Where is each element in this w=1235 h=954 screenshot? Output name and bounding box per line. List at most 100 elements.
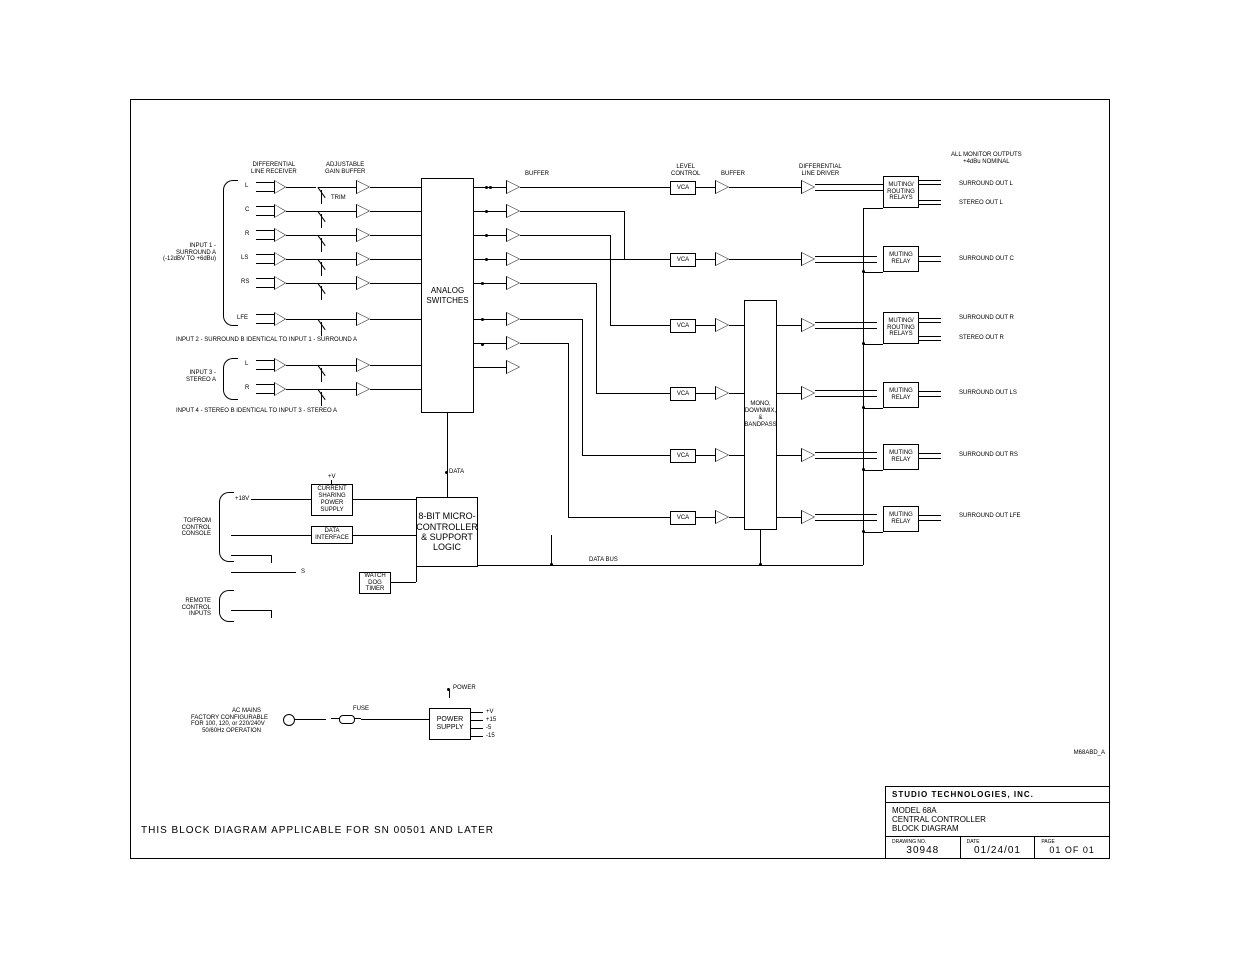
diffpair-r	[256, 228, 286, 242]
tb-dwg-v: 30948	[892, 845, 954, 856]
buf-1	[506, 180, 520, 194]
lbl-power-tap: POWER	[453, 685, 476, 692]
trim-label: TRIM	[331, 195, 346, 202]
out-6: SURROUND OUT LS	[959, 390, 1017, 397]
trim-rs	[318, 286, 326, 300]
tb-line2: CENTRAL CONTROLLER	[892, 815, 986, 824]
gainbuf-lfe	[356, 312, 370, 326]
lbl-mains: AC MAINS FACTORY CONFIGURABLE FOR 100, 1…	[191, 708, 261, 734]
st-l: L	[245, 361, 248, 368]
rail-3: -15	[486, 733, 495, 740]
title-block: STUDIO TECHNOLOGIES, INC. MODEL 68A CENT…	[885, 786, 1110, 859]
bracket-console	[219, 492, 234, 562]
out-1: SURROUND OUT L	[959, 181, 1013, 188]
diffpair-ls	[256, 252, 286, 266]
rail-2: -5	[486, 725, 491, 732]
relay-3: MUTING/ ROUTING RELAYS	[883, 312, 919, 344]
lbl-s: S	[301, 569, 305, 576]
buf2-6	[715, 510, 729, 524]
relay-1: MUTING/ ROUTING RELAYS	[883, 176, 919, 208]
vca-3: VCA	[670, 319, 696, 333]
trim-lfe	[318, 322, 326, 336]
tb-desc: MODEL 68A CENTRAL CONTROLLER BLOCK DIAGR…	[886, 802, 1109, 836]
gainbuf-rs	[356, 276, 370, 290]
buf2-1	[715, 180, 729, 194]
ch-c: C	[245, 207, 249, 214]
revision: M68ABD_A	[1074, 750, 1105, 756]
lbl-tofrom: TO/FROM CONTROL CONSOLE	[171, 518, 211, 538]
ch-ls: LS	[241, 255, 248, 262]
lbl-remote: REMOTE CONTROL INPUTS	[171, 598, 211, 618]
buf-4	[506, 252, 520, 266]
buf-5	[506, 276, 520, 290]
bracket-remote	[219, 590, 234, 622]
rail-0: +V	[486, 709, 494, 716]
hdr-diff-drv: DIFFERENTIAL LINE DRIVER	[799, 164, 842, 177]
tb-page-v: 01 OF 01	[1041, 845, 1103, 855]
vca-1: VCA	[670, 181, 696, 195]
block-data-if: DATA INTERFACE	[311, 526, 353, 544]
diffpair-rs	[256, 276, 286, 290]
ch-r: R	[245, 231, 249, 238]
lbl-input4-note: INPUT 4 - STEREO B IDENTICAL TO INPUT 3 …	[176, 408, 337, 415]
hdr-buffer: BUFFER	[525, 171, 549, 178]
buf-7	[506, 336, 520, 350]
footer-note: THIS BLOCK DIAGRAM APPLICABLE FOR SN 005…	[141, 825, 494, 836]
lbl-input2-note: INPUT 2 - SURROUND B IDENTICAL TO INPUT …	[176, 337, 357, 344]
block-psu-share: CURRENT SHARING POWER SUPPLY	[311, 484, 353, 516]
buf2-4	[715, 386, 729, 400]
out-8: SURROUND OUT LFE	[959, 513, 1021, 520]
diffdrv-6	[801, 510, 815, 524]
trim-sl	[318, 368, 326, 382]
buf2-3	[715, 318, 729, 332]
buf-3	[506, 228, 520, 242]
trim-r	[318, 238, 326, 252]
tb-company: STUDIO TECHNOLOGIES, INC.	[886, 787, 1109, 802]
trim-sr	[318, 392, 326, 406]
diffpair-sl	[256, 358, 286, 372]
diffpair-sr	[256, 382, 286, 396]
tb-meta: DRAWING NO. 30948 DATE 01/24/01 PAGE 01 …	[886, 836, 1109, 858]
vca-4: VCA	[670, 387, 696, 401]
hdr-level: LEVEL CONTROL	[671, 164, 700, 177]
diffpair-c	[256, 204, 286, 218]
tb-line3: BLOCK DIAGRAM	[892, 824, 959, 833]
vca-6: VCA	[670, 511, 696, 525]
fuse-icon	[331, 716, 361, 722]
diffdrv-5	[801, 448, 815, 462]
lbl-fuse: FUSE	[353, 706, 369, 713]
bracket-input1	[223, 180, 238, 326]
trim-c	[318, 214, 326, 228]
ch-rs: RS	[241, 279, 249, 286]
diffdrv-1	[801, 180, 815, 194]
tb-model: MODEL 68A	[892, 806, 937, 815]
gainbuf-ls	[356, 252, 370, 266]
bracket-input3	[223, 358, 238, 400]
hdr-buffer2: BUFFER	[721, 171, 745, 178]
lbl-input1: INPUT 1 - SURROUND A (-12dBV TO +6dBu)	[141, 243, 216, 263]
diffdrv-4	[801, 386, 815, 400]
relay-6: MUTING RELAY	[883, 506, 919, 532]
block-analog-switches: ANALOG SWITCHES	[421, 178, 474, 413]
gainbuf-c	[356, 204, 370, 218]
gainbuf-sl	[356, 358, 370, 372]
out-5: STEREO OUT R	[959, 335, 1004, 342]
block-mono-downmix: MONO, DOWNMIX, & BANDPASS	[744, 300, 777, 530]
out-3: SURROUND OUT C	[959, 256, 1014, 263]
diffpair-l	[256, 180, 286, 194]
block-watchdog: WATCH DOG TIMER	[359, 572, 391, 594]
hdr-gain-buf: ADJUSTABLE GAIN BUFFER	[325, 162, 365, 175]
out-2: STEREO OUT L	[959, 200, 1003, 207]
ch-lfe: LFE	[237, 315, 248, 322]
out-4: SURROUND OUT R	[959, 315, 1014, 322]
hdr-all-mon: ALL MONITOR OUTPUTS +4dBu NOMINAL	[951, 152, 1022, 165]
st-r: R	[245, 385, 249, 392]
lbl-18v: +18V	[235, 496, 249, 503]
vca-2: VCA	[670, 253, 696, 267]
buf-2	[506, 204, 520, 218]
diffdrv-3	[801, 318, 815, 332]
buf-8	[506, 360, 520, 374]
block-mcu: 8-BIT MICRO- CONTROLLER & SUPPORT LOGIC	[416, 497, 478, 567]
relay-5: MUTING RELAY	[883, 444, 919, 470]
lbl-data-tap: DATA	[449, 469, 464, 476]
